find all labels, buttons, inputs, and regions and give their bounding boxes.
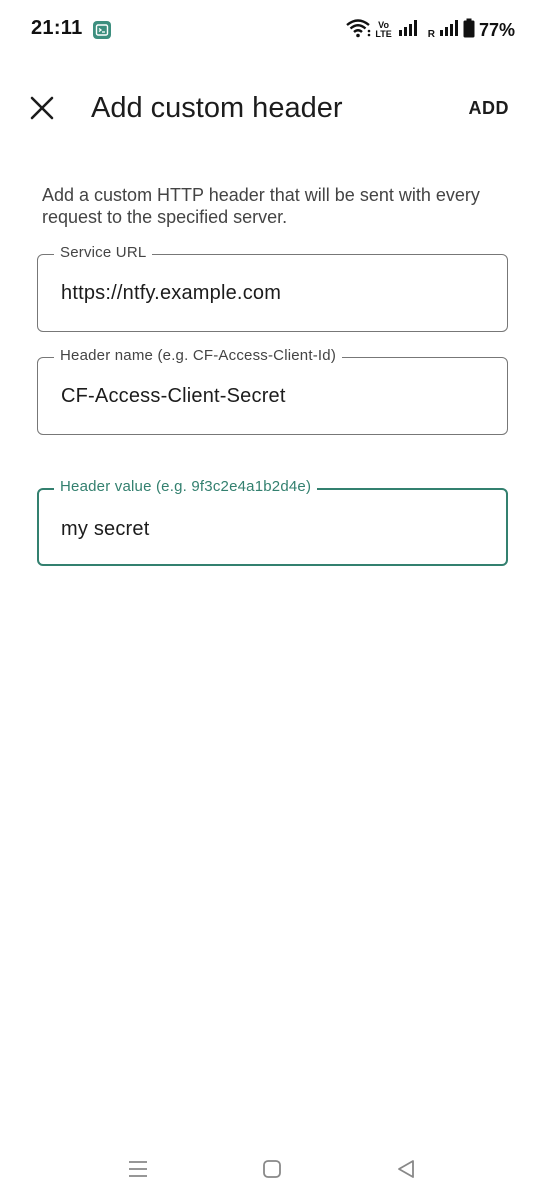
status-time: 21:11 bbox=[31, 17, 83, 39]
terminal-icon bbox=[93, 21, 111, 39]
service-url-field[interactable]: Service URL https://ntfy.example.com bbox=[37, 244, 508, 332]
page-title: Add custom header bbox=[91, 92, 343, 124]
status-bar: 21:11 Vo LTE R 77% bbox=[0, 0, 545, 60]
service-url-input[interactable]: https://ntfy.example.com bbox=[61, 282, 281, 305]
close-button[interactable] bbox=[22, 88, 62, 128]
recents-icon bbox=[129, 1161, 147, 1177]
header-value-field[interactable]: Header value (e.g. 9f3c2e4a1b2d4e) my se… bbox=[37, 478, 508, 566]
back-icon bbox=[398, 1160, 414, 1178]
signal-icon-2 bbox=[439, 19, 459, 42]
header-name-label: Header name (e.g. CF-Access-Client-Id) bbox=[54, 347, 343, 364]
battery-icon bbox=[463, 18, 475, 43]
header-value-input[interactable]: my secret bbox=[61, 518, 149, 541]
home-icon bbox=[263, 1160, 281, 1178]
navigation-bar bbox=[0, 1140, 545, 1200]
header-name-field[interactable]: Header name (e.g. CF-Access-Client-Id) C… bbox=[37, 347, 508, 435]
close-icon bbox=[30, 96, 54, 120]
signal-icon bbox=[398, 19, 418, 42]
header-name-input[interactable]: CF-Access-Client-Secret bbox=[61, 385, 286, 408]
header-value-label: Header value (e.g. 9f3c2e4a1b2d4e) bbox=[54, 478, 318, 495]
description-text: Add a custom HTTP header that will be se… bbox=[42, 185, 480, 227]
recents-button[interactable] bbox=[123, 1154, 153, 1184]
wifi-icon bbox=[345, 18, 371, 43]
add-button[interactable]: ADD bbox=[469, 98, 510, 119]
app-bar: Add custom header ADD bbox=[0, 78, 545, 142]
back-button[interactable] bbox=[391, 1154, 421, 1184]
status-icons: Vo LTE R 77% bbox=[345, 18, 515, 42]
volte-indicator: Vo LTE bbox=[375, 21, 391, 39]
home-button[interactable] bbox=[257, 1154, 287, 1184]
service-url-label: Service URL bbox=[54, 244, 153, 261]
battery-percent: 77% bbox=[478, 19, 515, 40]
volte-bottom-text: LTE bbox=[375, 29, 392, 39]
roaming-indicator: R bbox=[427, 28, 435, 40]
